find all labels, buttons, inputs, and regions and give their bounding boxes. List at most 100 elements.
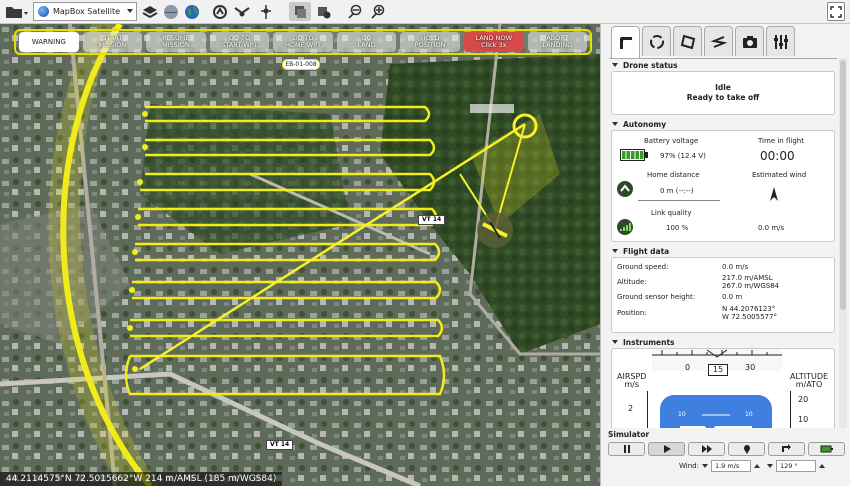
overlay-toggle-icon[interactable] bbox=[289, 2, 311, 21]
compass-tick-label: 30 bbox=[745, 363, 756, 372]
waypoint-icon[interactable] bbox=[256, 2, 276, 21]
fast-forward-icon bbox=[701, 445, 712, 453]
vehicle-overlay-icon[interactable] bbox=[313, 2, 335, 21]
altitude-value: 217.0 m/AMSL 267.0 m/WGS84 bbox=[722, 274, 780, 290]
section-header-drone-status[interactable]: Drone status bbox=[609, 59, 837, 71]
airspeed-label: AIRSPD m/s bbox=[617, 372, 647, 389]
map-view[interactable]: WARNING START MISSION RESUME MISSION GO … bbox=[0, 24, 600, 486]
altitude-tick-label: 20 bbox=[798, 395, 809, 404]
zoom-in-icon[interactable] bbox=[369, 2, 387, 21]
battery-cell bbox=[635, 151, 639, 159]
battery-label: Battery voltage bbox=[644, 137, 699, 145]
wind-direction-icon bbox=[770, 187, 778, 201]
fullscreen-icon[interactable] bbox=[827, 2, 845, 21]
play-button[interactable] bbox=[648, 442, 685, 456]
road-label: VT 14 bbox=[266, 440, 294, 450]
open-folder-icon[interactable] bbox=[4, 2, 30, 21]
altitude-tick-label: 10 bbox=[798, 415, 809, 424]
play-icon bbox=[663, 445, 671, 453]
drone-icon[interactable] bbox=[232, 2, 252, 21]
home-distance-label: Home distance bbox=[647, 171, 700, 179]
tab-spring[interactable] bbox=[704, 26, 733, 56]
battery-cell bbox=[622, 151, 626, 159]
home-distance-value: 0 m (--:--) bbox=[660, 187, 694, 195]
simulator-panel: Simulator Wind: 1.9 m/s 129 ° bbox=[605, 430, 845, 480]
drone-state-detail: Ready to take off bbox=[686, 93, 760, 102]
instruments-box: 0 30 15 AIRSPD m/s ALTITUDE m/ATO 2 20 1… bbox=[611, 348, 835, 428]
position-label: Position: bbox=[617, 309, 647, 317]
tab-map[interactable] bbox=[673, 26, 702, 56]
refresh-button[interactable] bbox=[768, 442, 805, 456]
wind-speed-input[interactable]: 1.9 m/s bbox=[710, 460, 751, 472]
link-quality-value: 100 % bbox=[666, 224, 689, 232]
decrease-wind-icon[interactable] bbox=[701, 464, 708, 468]
section-title: Instruments bbox=[623, 337, 675, 347]
recenter-icon[interactable] bbox=[210, 2, 230, 21]
resume-mission-button[interactable]: RESUME MISSION bbox=[146, 32, 206, 52]
estimated-wind-value: 0.0 m/s bbox=[758, 224, 785, 232]
divider bbox=[638, 200, 720, 201]
battery-sim-button[interactable] bbox=[808, 442, 845, 456]
battery-cell bbox=[631, 151, 635, 159]
start-mission-button[interactable]: START MISSION bbox=[82, 32, 143, 52]
map-icon bbox=[680, 34, 695, 49]
pause-button[interactable] bbox=[608, 442, 645, 456]
rotate-icon bbox=[781, 444, 791, 452]
simulator-controls bbox=[608, 442, 845, 456]
zoom-out-icon[interactable] bbox=[346, 2, 364, 21]
time-in-flight-value: 00:00 bbox=[760, 149, 795, 163]
top-toolbar: MapBox Satellite bbox=[0, 0, 850, 24]
go-to-home-wpt-button[interactable]: GO TO HOME WPT bbox=[273, 32, 333, 52]
fast-forward-button[interactable] bbox=[688, 442, 725, 456]
pause-icon bbox=[623, 445, 630, 453]
ground-sensor-label: Ground sensor height: bbox=[617, 293, 696, 301]
hold-position-button[interactable]: HOLD POSITION bbox=[400, 32, 460, 52]
earth-globe-icon[interactable] bbox=[183, 2, 201, 21]
go-to-start-wpt-button[interactable]: GO TO START WPT bbox=[209, 32, 270, 52]
section-header-autonomy[interactable]: Autonomy bbox=[609, 118, 837, 130]
globe-icon bbox=[38, 6, 49, 17]
decrease-wind-dir-icon[interactable] bbox=[766, 464, 773, 468]
go-land-button[interactable]: GO LAND bbox=[336, 32, 397, 52]
position-value: N 44.2076123° W 72.5005577° bbox=[722, 305, 777, 321]
satellite-map[interactable] bbox=[0, 24, 600, 486]
terrain-globe-icon[interactable] bbox=[162, 2, 180, 21]
abort-landing-button[interactable]: ABORT LANDING bbox=[527, 32, 588, 52]
set-position-button[interactable] bbox=[728, 442, 765, 456]
signal-icon bbox=[617, 219, 633, 235]
drone-id-badge[interactable]: EB-01-008 bbox=[282, 59, 320, 70]
tab-settings[interactable] bbox=[766, 26, 795, 56]
simulator-title: Simulator bbox=[608, 430, 650, 439]
increase-wind-icon[interactable] bbox=[753, 464, 760, 468]
command-bar: WARNING START MISSION RESUME MISSION GO … bbox=[14, 29, 592, 55]
map-source-value: MapBox Satellite bbox=[53, 7, 121, 16]
land-now-button[interactable]: LAND NOW Click 3x bbox=[463, 32, 524, 52]
overview-icon bbox=[619, 36, 632, 49]
layers-icon[interactable] bbox=[141, 2, 159, 21]
tab-overview[interactable] bbox=[611, 26, 640, 58]
chevron-down-icon bbox=[612, 122, 618, 126]
time-in-flight-label: Time in flight bbox=[758, 137, 804, 145]
panel-tabs bbox=[611, 26, 795, 58]
section-header-flight-data[interactable]: Flight data bbox=[609, 245, 837, 257]
battery-cell bbox=[626, 151, 630, 159]
wind-direction-input[interactable]: 129 ° bbox=[775, 460, 816, 472]
increase-wind-dir-icon[interactable] bbox=[818, 464, 825, 468]
section-header-instruments[interactable]: Instruments bbox=[609, 336, 837, 348]
map-source-select[interactable]: MapBox Satellite bbox=[33, 2, 137, 21]
panel-scroll-area[interactable]: Drone status Idle Ready to take off Auto… bbox=[609, 58, 837, 428]
camera-icon bbox=[742, 35, 757, 48]
tab-sync[interactable] bbox=[642, 26, 671, 56]
chevron-down-icon bbox=[612, 340, 618, 344]
section-title: Drone status bbox=[623, 60, 678, 70]
tab-camera[interactable] bbox=[735, 26, 764, 56]
ground-speed-label: Ground speed: bbox=[617, 263, 669, 271]
sliders-icon bbox=[773, 34, 788, 49]
link-quality-label: Link quality bbox=[651, 209, 692, 217]
flight-data-box: Ground speed: 0.0 m/s Altitude: 217.0 m/… bbox=[611, 257, 835, 333]
side-panel: Drone status Idle Ready to take off Auto… bbox=[600, 24, 850, 486]
scrollbar-thumb[interactable] bbox=[840, 60, 846, 310]
warning-button[interactable]: WARNING bbox=[19, 32, 79, 52]
sync-icon bbox=[649, 34, 664, 49]
panel-scrollbar[interactable] bbox=[839, 58, 847, 428]
